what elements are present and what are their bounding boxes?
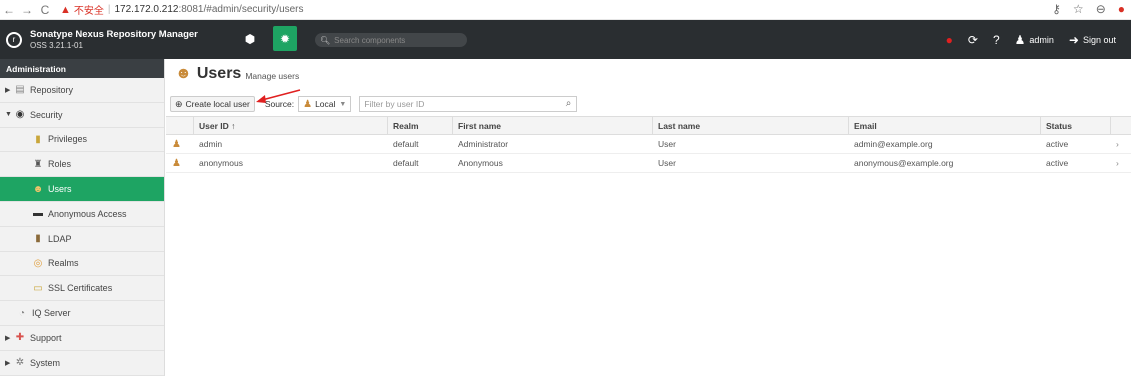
sidebar-item-realms[interactable]: ◎ Realms (0, 252, 164, 277)
column-status[interactable]: Status (1041, 117, 1111, 134)
sidebar-item-ldap[interactable]: ▮ LDAP (0, 227, 164, 252)
chevron-right-icon[interactable]: › (1111, 154, 1131, 172)
users-table: User ID ↑ Realm First name Last name Ema… (166, 116, 1131, 173)
source-select[interactable]: ♟ Local ▼ (298, 96, 352, 112)
table-header: User ID ↑ Realm First name Last name Ema… (166, 116, 1131, 135)
source-label: Source: (264, 99, 295, 109)
user-menu[interactable]: ♟ admin (1015, 33, 1054, 47)
address-bar[interactable]: ▲ 不安全 | 172.172.0.212:8081/#admin/securi… (60, 2, 304, 18)
search-icon: 🔍︎ (320, 35, 331, 45)
toolbar: ⊕ Create local user Source: ♟ Local ▼ Fi… (170, 95, 578, 113)
column-user-id[interactable]: User ID ↑ (194, 117, 388, 134)
realm-icon: ◎ (33, 257, 43, 269)
column-last-name[interactable]: Last name (653, 117, 849, 134)
cell-last-name: User (658, 158, 676, 168)
cell-first-name: Anonymous (458, 158, 503, 168)
sidebar-item-roles[interactable]: ♜ Roles (0, 152, 164, 178)
sign-out-button[interactable]: ➜ Sign out (1069, 33, 1116, 47)
database-icon: ▤ (15, 84, 25, 96)
username: admin (1029, 34, 1054, 45)
user-icon: ♟ (1014, 32, 1026, 47)
sidebar-item-repository[interactable]: ▶ ▤ Repository (0, 78, 164, 103)
table-row[interactable]: ♟ anonymous default Anonymous User anony… (166, 154, 1131, 173)
cell-realm: default (393, 139, 419, 149)
star-icon[interactable]: ☆ (1073, 2, 1084, 16)
alert-icon[interactable]: ● (946, 33, 953, 47)
browse-cube-icon[interactable]: ⬢ (238, 26, 262, 51)
brand: Sonatype Nexus Repository Manager OSS 3.… (30, 29, 198, 51)
cell-realm: default (393, 158, 419, 168)
sign-out-icon: ➜ (1068, 32, 1079, 47)
forward-icon[interactable]: → (18, 3, 36, 17)
refresh-icon[interactable]: ⟳ (968, 33, 978, 47)
app-version: OSS 3.21.1-01 (30, 40, 83, 50)
role-icon: ♜ (33, 158, 43, 170)
support-icon: ✚ (15, 332, 25, 344)
cell-user-id: admin (199, 139, 223, 149)
create-local-user-button[interactable]: ⊕ Create local user (170, 96, 255, 112)
expand-arrow-icon: ▶ (5, 359, 11, 367)
certificate-icon: ▭ (33, 282, 43, 294)
cell-first-name: Administrator (458, 139, 509, 149)
collapse-arrow-icon: ▼ (5, 111, 12, 119)
sidebar-item-iq-server[interactable]: ◔ IQ Server (0, 301, 164, 326)
reload-icon[interactable]: C (36, 3, 54, 17)
insecure-label: 不安全 (73, 6, 104, 17)
sidebar-item-anonymous-access[interactable]: ▬ Anonymous Access (0, 202, 164, 227)
chevron-right-icon[interactable]: › (1111, 135, 1131, 153)
sidebar-item-support[interactable]: ▶ ✚ Support (0, 326, 164, 351)
user-icon: ♟ (172, 157, 181, 169)
cell-user-id: anonymous (199, 158, 243, 168)
url-text: 172.172.0.212:8081/#admin/security/users (114, 4, 304, 15)
cell-email: admin@example.org (854, 139, 933, 149)
help-icon[interactable]: ? (993, 33, 1000, 47)
app-title: Sonatype Nexus Repository Manager (30, 28, 198, 40)
search-icon: ⌕ (565, 98, 572, 109)
sidebar-item-users[interactable]: ☻ Users (0, 177, 164, 202)
privilege-icon: ▮ (35, 133, 41, 145)
cell-status: active (1046, 158, 1069, 168)
column-realm[interactable]: Realm (388, 117, 453, 134)
nexus-logo-icon[interactable]: r (6, 31, 22, 48)
card-icon: ▬ (33, 208, 43, 220)
warning-icon: ▲ (60, 3, 71, 16)
column-email[interactable]: Email (849, 117, 1041, 134)
sidebar-item-security[interactable]: ▼ ◉ Security (0, 103, 164, 128)
admin-gear-icon[interactable]: ✹ (273, 26, 297, 51)
main-content: ☻ Users Manage users ⊕ Create local user… (166, 59, 1131, 376)
plus-circle-icon: ⊕ (175, 98, 183, 109)
table-row[interactable]: ♟ admin default Administrator User admin… (166, 135, 1131, 154)
users-icon: ☻ (32, 183, 44, 195)
sidebar-item-privileges[interactable]: ▮ Privileges (0, 128, 164, 153)
user-icon: ♟ (172, 138, 181, 150)
expand-arrow-icon: ▶ (5, 86, 11, 94)
page-subtitle: Manage users (245, 71, 300, 81)
user-icon: ♟ (303, 98, 313, 110)
browser-toolbar: ← → C ▲ 不安全 | 172.172.0.212:8081/#admin/… (0, 0, 1131, 20)
app-header: r Sonatype Nexus Repository Manager OSS … (0, 20, 1131, 59)
iq-server-icon: ◔ (18, 307, 26, 319)
extension-icon[interactable]: ● (1118, 2, 1125, 16)
expand-arrow-icon: ▶ (5, 334, 11, 342)
sidebar-item-ssl-certificates[interactable]: ▭ SSL Certificates (0, 276, 164, 302)
search-input[interactable]: 🔍︎ Search components (315, 33, 467, 47)
system-gear-icon: ✲ (15, 357, 25, 369)
key-icon[interactable]: ⚷ (1052, 2, 1061, 16)
cell-last-name: User (658, 139, 676, 149)
back-icon[interactable]: ← (0, 3, 18, 17)
filter-input[interactable]: Filter by user ID ⌕ (359, 96, 578, 112)
sidebar-item-system[interactable]: ▶ ✲ System (0, 351, 164, 376)
page-title: ☻ Users Manage users (175, 65, 300, 82)
book-icon: ▮ (35, 233, 41, 245)
cell-email: anonymous@example.org (854, 158, 954, 168)
profile-icon[interactable]: ⊖ (1096, 2, 1106, 16)
shield-icon: ◉ (15, 109, 25, 121)
sidebar: Administration ▶ ▤ Repository ▼ ◉ Securi… (0, 59, 165, 376)
column-first-name[interactable]: First name (453, 117, 653, 134)
cell-status: active (1046, 139, 1069, 149)
sidebar-header: Administration (0, 59, 164, 78)
users-icon: ☻ (175, 65, 192, 82)
dropdown-icon: ▼ (339, 100, 347, 108)
